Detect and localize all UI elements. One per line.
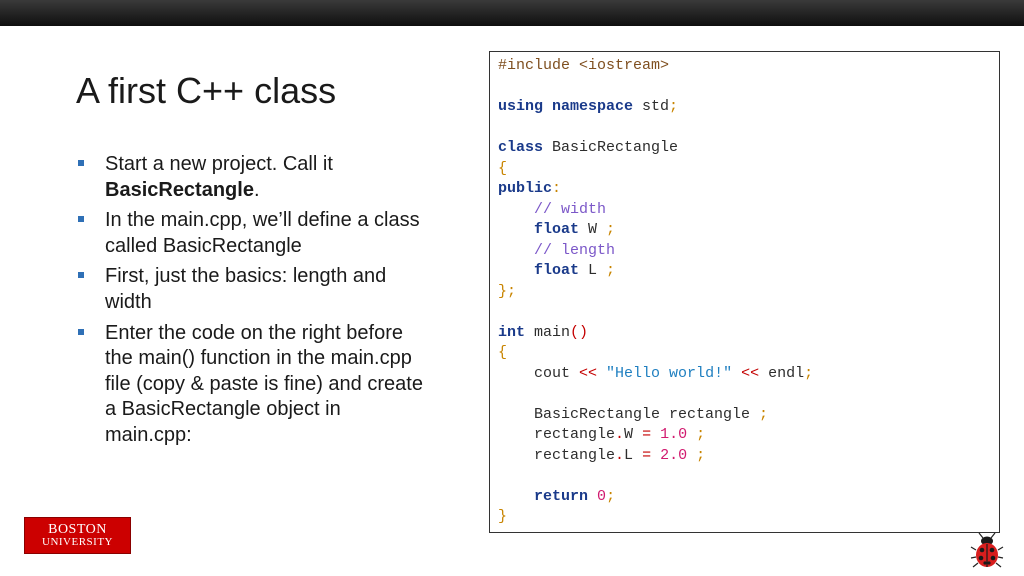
code-token: endl [759,364,805,382]
code-token: BasicRectangle rectangle [498,405,760,423]
code-token: class [498,139,544,156]
code-token: return [534,487,589,505]
code-line: #include <iostream> [498,56,999,77]
code-token: ; [669,98,679,115]
bullet-item: First, just the basics: length and width [78,264,423,315]
code-token: }; [498,282,517,300]
code-token: 0 [597,487,607,505]
code-token: ; [759,405,769,423]
code-line: BasicRectangle rectangle ; [498,405,999,426]
code-token: BasicRectangle [543,139,679,156]
code-line: { [498,343,999,364]
code-line: using namespace std; [498,97,999,118]
code-token: using namespace [498,98,634,115]
code-token: } [498,508,508,525]
code-token: float [534,221,580,238]
code-token: ; [606,487,616,505]
code-token: { [498,344,508,361]
bullet-item: Start a new project. Call it BasicRectan… [78,152,423,203]
code-line: { [498,159,999,180]
code-token: int [498,323,526,341]
code-token: = [642,446,652,464]
code-token: ; [606,262,616,279]
bullet-marker-icon [78,160,84,166]
code-line: // length [498,241,999,262]
code-token: . [615,446,625,464]
boston-university-logo: BOSTON UNIVERSITY [24,517,131,554]
code-token: // length [534,241,616,259]
code-token: ; [696,446,706,464]
code-line: float L ; [498,261,999,282]
code-token: main [525,323,571,341]
code-token: W [624,426,643,443]
code-token: rectangle [498,446,616,464]
code-token: 1.0 [660,426,688,443]
code-box: #include <iostream> using namespace std;… [489,51,1000,533]
code-line: cout << "Hello world!" << endl; [498,364,999,385]
code-token: L [624,446,643,464]
code-token: ; [804,364,814,382]
bullet-bold-text: BasicRectangle [105,178,254,201]
code-line: rectangle.L = 2.0 ; [498,446,999,467]
code-token: 2.0 [660,446,688,464]
slide-title: A first C++ class [76,70,337,111]
code-token: cout [498,364,580,382]
code-token: L [579,262,607,279]
code-token: : [552,180,562,197]
logo-line-1: BOSTON [48,521,107,537]
code-line: return 0; [498,487,999,508]
ladybug-icon [970,532,1004,568]
code-token: << [741,364,760,382]
top-bar [0,0,1024,26]
code-token: << [579,364,598,382]
code-token: = [642,426,652,443]
code-token: . [615,426,625,443]
code-line: public: [498,179,999,200]
code-token: public [498,180,553,197]
code-line: // width [498,200,999,221]
code-token: float [534,262,580,279]
code-token: () [570,323,589,341]
code-line: int main() [498,323,999,344]
code-token: W [579,221,607,238]
logo-line-2: UNIVERSITY [42,535,113,548]
bullet-list: Start a new project. Call it BasicRectan… [78,152,423,454]
bullet-marker-icon [78,216,84,223]
code-token: #include <iostream> [498,57,670,74]
code-token: ; [606,221,616,238]
code-token: "Hello world!" [606,364,733,382]
bullet-item: Enter the code on the right before the m… [78,321,423,449]
bullet-marker-icon [78,328,84,335]
code-line: class BasicRectangle [498,138,999,159]
code-token: { [498,159,508,177]
code-line: }; [498,282,999,303]
code-token: // width [534,200,607,218]
code-line: float W ; [498,220,999,241]
code-block: #include <iostream> using namespace std;… [490,52,999,528]
code-token: std [633,98,670,115]
code-line: rectangle.W = 1.0 ; [498,425,999,446]
code-token: ; [696,426,706,443]
bullet-item: In the main.cpp, we’ll define a class ca… [78,208,423,259]
code-line: } [498,507,999,528]
bullet-marker-icon [78,272,84,279]
code-token: rectangle [498,426,616,443]
